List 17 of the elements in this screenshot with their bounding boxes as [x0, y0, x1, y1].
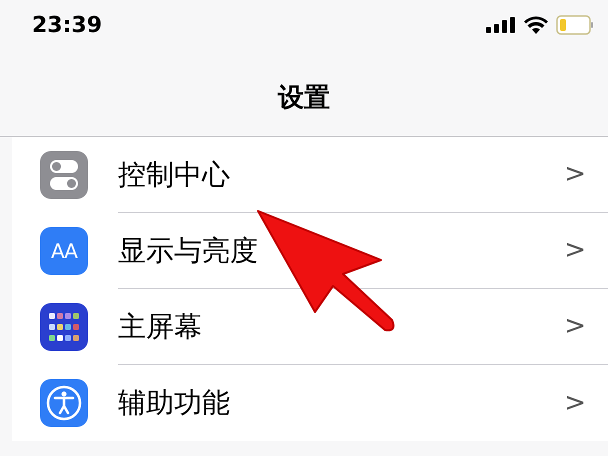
chevron-icon: >: [564, 384, 586, 422]
signal-icon: [486, 17, 516, 33]
toggles-icon: [40, 151, 88, 199]
setting-label[interactable]: 辅助功能: [118, 382, 230, 424]
setting-label[interactable]: 控制中心: [118, 154, 230, 196]
setting-label[interactable]: 显示与亮度: [118, 230, 258, 272]
chevron-icon: >: [564, 155, 586, 194]
display-icon: AA: [40, 227, 88, 275]
wifi-icon: [524, 16, 548, 34]
accessibility-icon: [40, 379, 88, 427]
status-time: 23:39: [32, 12, 102, 40]
chevron-icon: >: [564, 231, 586, 270]
setting-label[interactable]: 主屏幕: [118, 306, 202, 348]
battery-icon: [556, 15, 594, 35]
page-title: 设置: [278, 82, 330, 114]
home-screen-icon: [40, 303, 88, 351]
chevron-icon: >: [564, 307, 586, 346]
